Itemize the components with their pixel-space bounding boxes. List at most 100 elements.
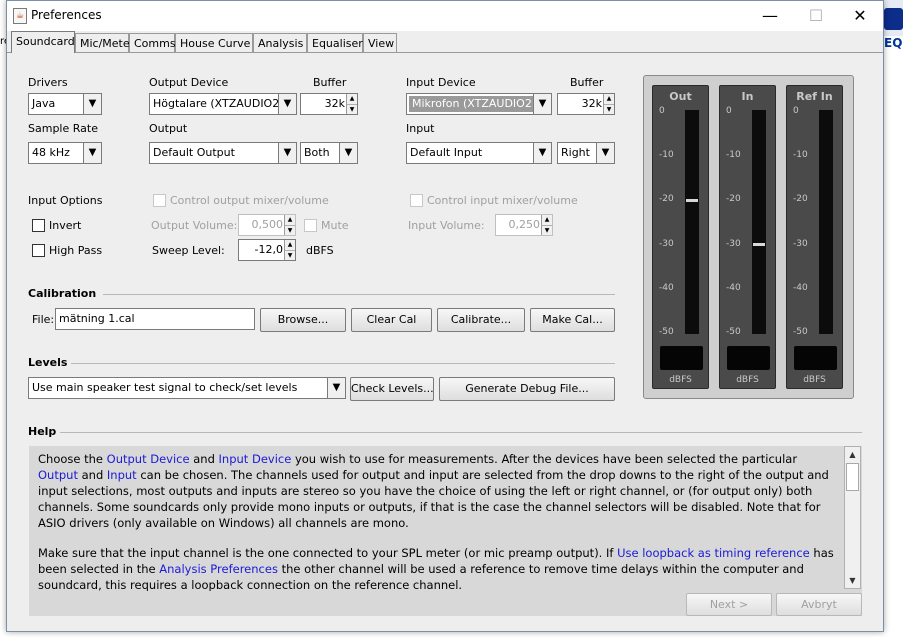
invert-label: Invert — [49, 219, 82, 232]
generate-debug-file-button[interactable]: Generate Debug File... — [439, 377, 615, 401]
input-select[interactable]: Default Input ▼ — [406, 142, 552, 164]
input-device-label: Input Device — [406, 76, 476, 89]
meter-tick: -50 — [726, 327, 741, 337]
calibration-file-field[interactable]: mätning 1.cal — [55, 308, 255, 330]
help-link[interactable]: Input — [107, 468, 137, 482]
help-link[interactable]: Use loopback as timing reference — [617, 546, 810, 560]
sweep-level-value: -12,0 — [254, 243, 283, 256]
tab-comms[interactable]: Comms — [129, 33, 176, 53]
help-text-segment: and — [189, 452, 219, 466]
chevron-down-icon: ▼ — [339, 143, 357, 163]
input-value: Default Input — [410, 146, 483, 159]
tab-equaliser[interactable]: Equaliser — [307, 33, 363, 53]
next-button[interactable]: Next > — [686, 593, 772, 616]
check-levels-button[interactable]: Check Levels... — [350, 377, 434, 401]
high-pass-checkbox[interactable] — [32, 244, 45, 257]
help-text-segment: Choose the — [38, 452, 107, 466]
output-volume-spinner[interactable]: 0,500 ▲ ▼ — [238, 214, 296, 236]
close-button[interactable]: ✕ — [837, 1, 883, 31]
sample-rate-select[interactable]: 48 kHz ▼ — [28, 142, 102, 164]
control-output-label: Control output mixer/volume — [170, 194, 329, 207]
sweep-level-spinner[interactable]: -12,0 ▲ ▼ — [238, 239, 296, 261]
out-meter: Out 0 -10 -20 -30 -40 -50 dBFS — [652, 85, 709, 389]
help-text-segment: you wish to use for measurements. After … — [291, 452, 798, 466]
mute-label: Mute — [321, 219, 349, 232]
spinner-arrows[interactable]: ▲ ▼ — [284, 240, 295, 260]
sweep-level-unit: dBFS — [306, 244, 334, 257]
input-channel-select[interactable]: Right ▼ — [557, 142, 615, 164]
sample-rate-value: 48 kHz — [32, 146, 70, 159]
invert-checkbox[interactable] — [32, 219, 45, 232]
file-label: File: — [32, 313, 55, 326]
spinner-arrows[interactable]: ▲ ▼ — [603, 94, 614, 114]
scroll-thumb[interactable] — [846, 463, 859, 491]
meter-readout — [660, 346, 703, 370]
levels-rule — [71, 363, 615, 364]
input-options-label: Input Options — [28, 194, 103, 207]
calibration-file-value: mätning 1.cal — [59, 312, 135, 325]
levels-mode-select[interactable]: Use main speaker test signal to check/se… — [28, 377, 346, 399]
help-link[interactable]: Input Device — [219, 452, 292, 466]
drivers-select[interactable]: Java ▼ — [28, 93, 102, 115]
mute-checkbox[interactable] — [304, 219, 317, 232]
level-meters-panel: Out 0 -10 -20 -30 -40 -50 dBFS In 0 -10 … — [643, 75, 854, 399]
tab-analysis[interactable]: Analysis — [253, 33, 307, 53]
control-output-checkbox[interactable] — [153, 194, 166, 207]
make-cal-button[interactable]: Make Cal... — [530, 308, 615, 332]
meter-track — [819, 110, 833, 334]
meter-tick: -10 — [659, 150, 674, 160]
cancel-button[interactable]: Avbryt — [776, 593, 862, 616]
meter-title: Ref In — [796, 90, 833, 103]
help-scrollbar[interactable]: ▲ ▼ — [844, 446, 861, 589]
help-link[interactable]: Output — [38, 468, 78, 482]
output-device-value: Högtalare (XTZAUDIO2P) — [153, 97, 291, 110]
minimize-button[interactable]: — — [747, 1, 793, 31]
in-meter: In 0 -10 -20 -30 -40 -50 dBFS — [719, 85, 776, 389]
spinner-arrows[interactable]: ▲ ▼ — [346, 94, 357, 114]
output-buffer-spinner[interactable]: 32k ▲ ▼ — [300, 93, 358, 115]
spinner-arrows[interactable]: ▲ ▼ — [284, 215, 295, 235]
meter-level-marker — [686, 198, 698, 202]
meter-readout — [794, 346, 837, 370]
meter-tick: -30 — [793, 239, 808, 249]
meter-unit: dBFS — [803, 375, 826, 385]
calibrate-button[interactable]: Calibrate... — [437, 308, 525, 332]
background-app-eq-label: EQ — [884, 36, 903, 50]
meter-tick: 0 — [659, 106, 665, 116]
help-link[interactable]: Output Device — [107, 452, 190, 466]
background-app-icon — [884, 8, 903, 30]
input-buffer-spinner[interactable]: 32k ▲ ▼ — [557, 93, 615, 115]
output-volume-label: Output Volume: — [151, 219, 238, 232]
output-buffer-value: 32k — [324, 97, 345, 110]
chevron-down-icon: ▼ — [596, 143, 614, 163]
help-paragraph: Choose the Output Device and Input Devic… — [38, 451, 838, 531]
chevron-down-icon: ▼ — [278, 94, 296, 114]
tab-soundcard[interactable]: Soundcard — [11, 31, 75, 53]
control-input-checkbox[interactable] — [410, 194, 423, 207]
meter-tick: -20 — [659, 194, 674, 204]
output-channel-value: Both — [304, 146, 330, 159]
output-device-select[interactable]: Högtalare (XTZAUDIO2P) ▼ — [149, 93, 297, 115]
input-volume-spinner[interactable]: 0,250 ▲ ▼ — [495, 214, 553, 236]
maximize-button[interactable]: ☐ — [793, 1, 839, 31]
output-channel-select[interactable]: Both ▼ — [300, 142, 358, 164]
chevron-down-icon: ▼ — [327, 378, 345, 398]
tab-view[interactable]: View — [363, 33, 397, 53]
input-buffer-value: 32k — [581, 97, 602, 110]
calibration-rule — [103, 294, 615, 295]
meter-tick: -40 — [793, 283, 808, 293]
input-device-select[interactable]: Mikrofon (XTZAUDIO2P) ▼ — [406, 93, 552, 115]
output-value: Default Output — [153, 146, 235, 159]
spinner-arrows[interactable]: ▲ ▼ — [541, 215, 552, 235]
browse-button[interactable]: Browse... — [260, 308, 346, 332]
help-link[interactable]: Analysis Preferences — [159, 562, 278, 576]
chevron-down-icon: ▼ — [533, 143, 551, 163]
scroll-up-icon[interactable]: ▲ — [845, 447, 860, 462]
tab-mic-meter[interactable]: Mic/Meter — [75, 33, 134, 53]
input-device-value: Mikrofon (XTZAUDIO2P) — [409, 96, 546, 112]
scroll-down-icon[interactable]: ▼ — [845, 573, 860, 588]
output-select[interactable]: Default Output ▼ — [149, 142, 297, 164]
tab-house-curve[interactable]: House Curve — [175, 33, 253, 53]
chevron-down-icon: ▼ — [533, 94, 551, 114]
clear-cal-button[interactable]: Clear Cal — [351, 308, 432, 332]
